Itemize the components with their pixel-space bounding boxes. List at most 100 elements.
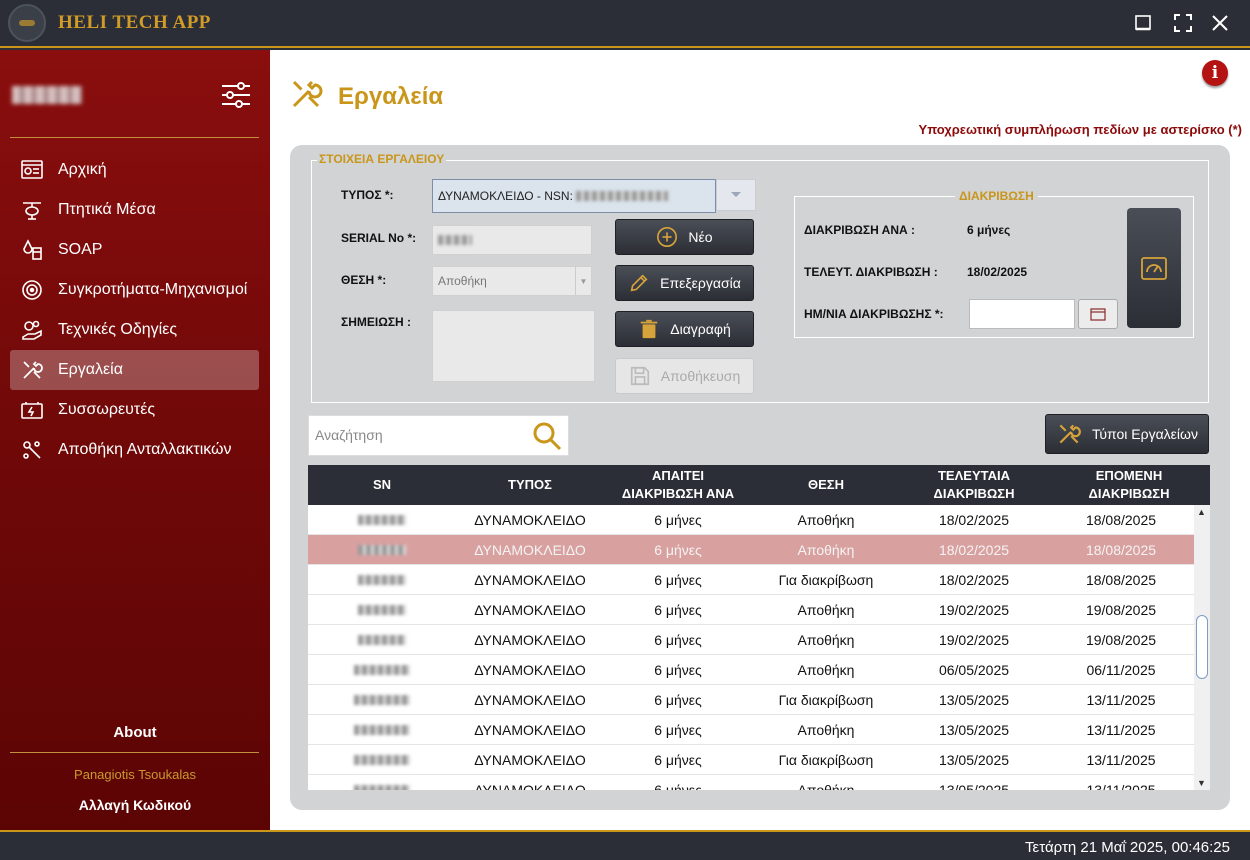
column-header-interval[interactable]: ΑΠΑΙΤΕΙ ΔΙΑΚΡΙΒΩΣΗ ΑΝΑ [604,465,752,505]
plus-circle-icon [657,227,678,247]
sidebar-item-aircraft[interactable]: Πτητικά Μέσα [10,190,259,230]
scroll-thumb[interactable] [1196,615,1208,679]
change-password-link[interactable]: Αλλαγή Κωδικού [0,797,270,813]
sidebar-item-home[interactable]: Αρχική [10,150,259,190]
maximize-icon[interactable] [1170,10,1196,36]
header-label: ΘΕΣΗ [808,476,844,492]
calibration-date-label: ΗΜ/ΝΙΑ ΔΙΑΚΡΙΒΩΣΗΣ *: [804,307,944,321]
calibration-interval-value: 6 μήνες [967,223,1011,237]
sidebar-item-batteries[interactable]: Συσσωρευτές [10,390,259,430]
note-textarea[interactable] [432,310,595,382]
table-row[interactable]: ΔΥΝΑΜΟΚΛΕΙΔΟ 6 μήνες Αποθήκη 18/02/2025 18/0… [308,505,1194,535]
column-header-sn[interactable]: SN [308,465,456,505]
sidebar-item-label: Αρχική [58,161,107,178]
minimize-icon[interactable] [1130,10,1156,36]
type-cell: ΔΥΝΑΜΟΚΛΕΙΔΟ [474,511,586,528]
table-scrollbar[interactable]: ▲ ▼ [1194,505,1210,790]
search-input[interactable] [315,427,525,443]
table-row[interactable]: ΔΥΝΑΜΟΚΛΕΙΔΟ 6 μήνες Αποθήκη 13/05/2025 13/1… [308,715,1194,745]
interval-cell: 6 μήνες [654,721,702,738]
table-row[interactable]: ΔΥΝΑΜΟΚΛΕΙΔΟ 6 μήνες Αποθήκη 13/05/2025 13/1… [308,775,1194,790]
type-cell: ΔΥΝΑΜΟΚΛΕΙΔΟ [474,601,586,618]
table-row[interactable]: ΔΥΝΑΜΟΚΛΕΙΔΟ 6 μήνες Αποθήκη 06/05/2025 06/1… [308,655,1194,685]
next-calibration-cell: 19/08/2025 [1085,601,1157,618]
calibration-legend: ΔΙΑΚΡΙΒΩΣΗ [955,189,1038,203]
calibrate-button[interactable] [1127,208,1181,328]
table-row[interactable]: ΔΥΝΑΜΟΚΛΕΙΔΟ 6 μήνες Για διακρίβωση 18/02/2… [308,565,1194,595]
new-button-label: Νέο [688,229,713,245]
sidebar-item-tools[interactable]: Εργαλεία [10,350,259,390]
column-header-type[interactable]: ΤΥΠΟΣ [456,465,604,505]
interval-cell: 6 μήνες [654,571,702,588]
serial-cell [308,574,456,585]
sidebar-item-label: Αποθήκη Ανταλλακτικών [58,441,232,458]
column-header-next[interactable]: ΕΠΟΜΕΝΗ ΔΙΑΚΡΙΒΩΣΗ [1048,465,1210,505]
serial-input[interactable] [432,225,592,255]
interval-cell: 6 μήνες [654,631,702,648]
serial-blurred [354,754,410,765]
about-link[interactable]: About [0,724,270,741]
edit-button[interactable]: Επεξεργασία [615,265,754,301]
close-icon[interactable] [1207,10,1233,36]
table-row[interactable]: ΔΥΝΑΜΟΚΛΕΙΔΟ 6 μήνες Αποθήκη 18/02/2025 18/0… [308,535,1194,565]
column-header-last[interactable]: ΤΕΛΕΥΤΑΙΑ ΔΙΑΚΡΙΒΩΣΗ [900,465,1048,505]
settings-sliders-icon[interactable] [220,80,252,110]
table-row[interactable]: ΔΥΝΑΜΟΚΛΕΙΔΟ 6 μήνες Για διακρίβωση 13/05/2… [308,745,1194,775]
type-cell: ΔΥΝΑΜΟΚΛΕΙΔΟ [474,541,586,558]
position-select[interactable]: Αποθήκη ▼ [432,266,592,296]
table-row[interactable]: ΔΥΝΑΜΟΚΛΕΙΔΟ 6 μήνες Αποθήκη 19/02/2025 19/0… [308,595,1194,625]
serial-blurred [354,694,410,705]
search-box [308,415,569,456]
title-bar: HELI TECH APP [0,0,1250,48]
sidebar-item-technical-instructions[interactable]: Τεχνικές Οδηγίες [10,310,259,350]
type-value: ΔΥΝΑΜΟΚΛΕΙΔΟ - NSN: [438,189,573,203]
type-dropdown-button[interactable] [716,179,756,211]
sidebar-item-assemblies[interactable]: Συγκροτήματα-Μηχανισμοί [10,270,259,310]
app-title: HELI TECH APP [58,12,211,33]
position-cell: Αποθήκη [797,631,855,648]
column-header-position[interactable]: ΘΕΣΗ [752,465,900,505]
info-icon[interactable]: i [1202,60,1228,86]
oil-drop-icon [23,239,42,260]
save-button[interactable]: Αποθήκευση [615,358,754,394]
table-row[interactable]: ΔΥΝΑΜΟΚΛΕΙΔΟ 6 μήνες Για διακρίβωση 13/05/2… [308,685,1194,715]
serial-label: SERIAL No *: [341,231,417,245]
delete-button[interactable]: Διαγραφή [615,311,754,347]
sidebar-item-label: Πτητικά Μέσα [58,201,156,218]
new-button[interactable]: Νέο [615,219,754,255]
header-label: ΤΥΠΟΣ [508,476,552,492]
calendar-button[interactable] [1078,299,1118,329]
next-calibration-cell: 18/08/2025 [1085,541,1157,558]
interval-cell: 6 μήνες [654,751,702,768]
serial-blurred [358,574,406,585]
last-calibration-cell: 06/05/2025 [938,661,1010,678]
table-row[interactable]: ΔΥΝΑΜΟΚΛΕΙΔΟ 6 μήνες Αποθήκη 19/02/2025 19/0… [308,625,1194,655]
search-icon[interactable] [532,421,562,451]
sidebar-item-soap[interactable]: SOAP [10,230,259,270]
gauge-icon [1141,257,1167,280]
nsn-blurred [576,191,669,201]
chevron-down-icon [731,192,741,197]
serial-blurred [354,724,410,735]
type-select[interactable]: ΔΥΝΑΜΟΚΛΕΙΔΟ - NSN: [432,179,716,213]
sidebar-item-spare-parts[interactable]: Αποθήκη Ανταλλακτικών [10,430,259,470]
position-cell: Αποθήκη [797,781,855,791]
scroll-up-arrow[interactable]: ▲ [1197,507,1206,517]
sidebar-item-label: Συγκροτήματα-Μηχανισμοί [58,281,248,298]
tool-types-button[interactable]: Τύποι Εργαλείων [1045,414,1209,454]
sidebar-item-label: Εργαλεία [58,361,123,378]
spare-parts-icon [23,441,41,459]
position-cell: Αποθήκη [797,511,855,528]
interval-cell: 6 μήνες [654,661,702,678]
tools-icon [288,76,324,112]
save-button-label: Αποθήκευση [660,368,741,384]
engine-icon [22,280,42,300]
type-cell: ΔΥΝΑΜΟΚΛΕΙΔΟ [474,751,586,768]
serial-cell [308,784,456,790]
calibration-date-input[interactable] [969,299,1075,329]
pencil-icon [630,274,648,292]
serial-blurred [358,514,406,525]
note-label: ΣΗΜΕΙΩΣΗ : [341,315,412,329]
interval-cell: 6 μήνες [654,781,702,791]
scroll-down-arrow[interactable]: ▼ [1197,778,1206,788]
